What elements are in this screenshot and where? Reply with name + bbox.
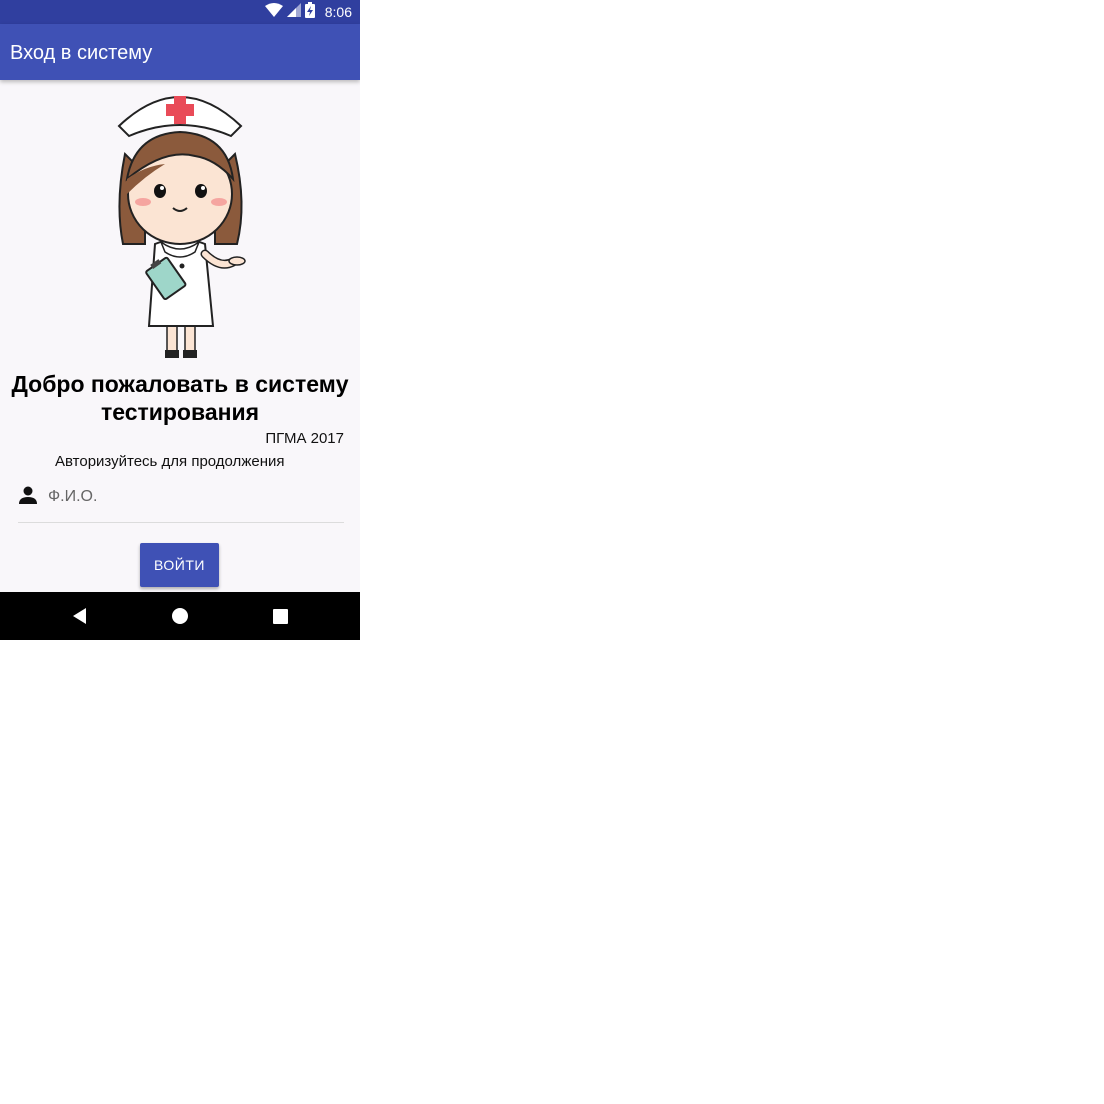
back-icon[interactable] — [68, 604, 92, 628]
signal-icon — [286, 2, 301, 22]
phone-screen: 8:06 Вход в систему Добро пожаловать в с… — [0, 0, 360, 640]
status-bar: 8:06 — [0, 0, 360, 24]
person-icon — [18, 485, 38, 505]
login-content: Добро пожаловать в системy тестирования … — [0, 80, 360, 592]
org-label: ПГМА 2017 — [265, 430, 344, 447]
recents-icon[interactable] — [268, 604, 292, 628]
home-icon[interactable] — [168, 604, 192, 628]
status-time: 8:06 — [324, 4, 352, 20]
welcome-title: Добро пожаловать в системy тестирования — [11, 371, 349, 425]
status-icons: 8:06 — [264, 0, 352, 24]
name-input[interactable] — [48, 482, 338, 512]
app-bar: Вход в систему — [0, 24, 360, 80]
navigation-bar — [0, 592, 360, 640]
name-field — [18, 480, 344, 523]
subtitle: Авторизуйтесь для продолжения — [55, 453, 285, 470]
login-button[interactable]: ВОЙТИ — [140, 543, 219, 587]
nurse-illustration — [117, 96, 246, 358]
battery-charging-icon — [304, 1, 315, 23]
wifi-icon — [264, 2, 283, 22]
page-title: Вход в систему — [10, 42, 153, 64]
